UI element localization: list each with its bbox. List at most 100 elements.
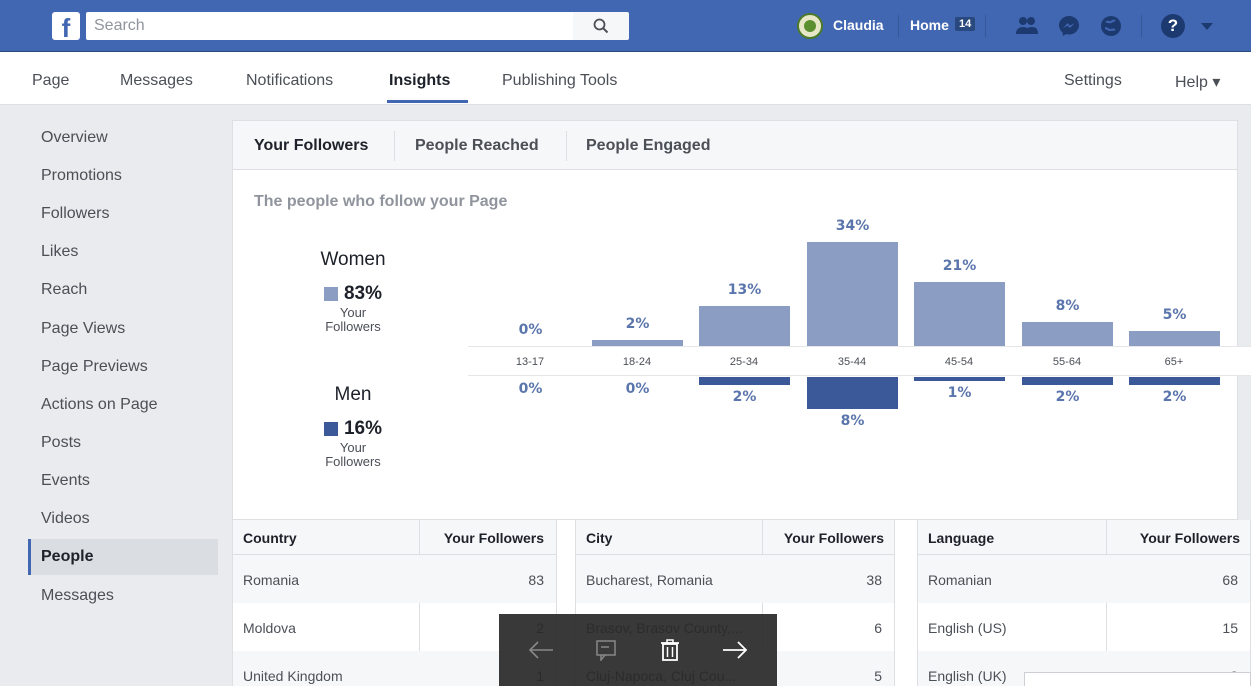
age-tick-label: 18-24 [622, 356, 652, 368]
age-tick-label: 45-54 [944, 356, 974, 368]
table-cell: Romania [243, 572, 300, 588]
age-axis: 13-17 18-24 25-34 35-44 45-54 55-64 65+ [468, 346, 1251, 376]
men-data-label: 2% [732, 389, 757, 405]
legend-sub: Your [339, 305, 367, 320]
avatar[interactable] [797, 13, 823, 39]
search-input[interactable]: Search [86, 12, 573, 40]
nav-page[interactable]: Page [32, 72, 69, 90]
comment-button[interactable] [586, 630, 626, 670]
table-cell: Moldova [243, 620, 296, 636]
sidebar-item-events[interactable]: Events [28, 463, 218, 499]
men-bar[interactable] [1022, 377, 1113, 385]
women-data-label: 0% [518, 322, 543, 338]
column-header[interactable]: City [586, 530, 612, 546]
tab-your-followers[interactable]: Your Followers [254, 137, 368, 155]
legend-value: 16% [343, 418, 383, 439]
table-cell-value: 5 [874, 668, 882, 684]
next-button[interactable] [715, 630, 755, 670]
home-link[interactable]: Home [910, 17, 949, 33]
nav-help-dropdown[interactable]: Help ▾ [1175, 72, 1220, 92]
women-bar[interactable] [1022, 322, 1113, 346]
sidebar-item-followers[interactable]: Followers [28, 196, 218, 232]
table-row: Romania 83 [233, 555, 556, 603]
previous-button[interactable] [521, 630, 561, 670]
divider [1106, 520, 1107, 555]
divider [419, 520, 420, 555]
delete-button[interactable] [650, 630, 690, 670]
legend-sub: Your [339, 440, 367, 455]
sidebar-item-messages[interactable]: Messages [28, 578, 218, 614]
friend-requests-icon[interactable] [1015, 14, 1039, 38]
tab-people-engaged[interactable]: People Engaged [586, 137, 710, 155]
women-bar[interactable] [914, 282, 1005, 346]
men-bar[interactable] [914, 377, 1005, 381]
table-cell-value: 38 [866, 572, 882, 588]
search-button[interactable] [573, 12, 629, 40]
account-menu-caret-icon[interactable] [1201, 23, 1213, 30]
table-cell-value: 83 [528, 572, 544, 588]
sidebar-item-likes[interactable]: Likes [28, 234, 218, 270]
profile-link[interactable]: Claudia [833, 17, 884, 33]
column-header[interactable]: Country [243, 530, 297, 546]
table-row: Bucharest, Romania 38 [576, 555, 894, 603]
men-data-label: 8% [840, 413, 865, 429]
panel-subtitle: The people who follow your Page [254, 193, 508, 210]
men-data-label: 0% [518, 381, 543, 397]
women-data-label: 34% [835, 218, 870, 234]
legend-value: 83% [343, 283, 383, 304]
notifications-globe-icon[interactable] [1099, 14, 1123, 38]
men-bar[interactable] [699, 377, 790, 385]
table-cell: Bucharest, Romania [586, 572, 713, 588]
sidebar-item-overview[interactable]: Overview [28, 120, 218, 156]
age-tick-label: 25-34 [729, 356, 759, 368]
legend-women: Women 83% Your Followers [303, 249, 403, 334]
sidebar-item-promotions[interactable]: Promotions [28, 158, 218, 194]
table-cell-value: 15 [1222, 620, 1238, 636]
column-header[interactable]: Language [928, 530, 994, 546]
age-tick-label: 55-64 [1052, 356, 1082, 368]
table-row: Romanian 68 [918, 555, 1250, 603]
divider [394, 131, 395, 161]
chat-popup[interactable] [1024, 672, 1251, 686]
active-tab-indicator [387, 100, 468, 103]
sidebar-item-posts[interactable]: Posts [28, 425, 218, 461]
men-bar[interactable] [807, 377, 898, 409]
sidebar-item-actions-on-page[interactable]: Actions on Page [28, 387, 218, 423]
women-bar[interactable] [1129, 331, 1220, 346]
divider [985, 15, 986, 37]
help-icon[interactable]: ? [1161, 14, 1185, 38]
divider [1141, 15, 1142, 37]
table-header: Language Your Followers [918, 520, 1250, 555]
table-cell-value: 6 [874, 620, 882, 636]
nav-settings[interactable]: Settings [1064, 72, 1122, 90]
men-bar[interactable] [1129, 377, 1220, 385]
search-icon [593, 18, 609, 34]
nav-insights[interactable]: Insights [389, 72, 450, 90]
messenger-icon[interactable] [1057, 14, 1081, 38]
women-data-label: 21% [942, 258, 977, 274]
legend-sub: Followers [325, 454, 381, 469]
legend-swatch [323, 422, 338, 436]
age-tick-label: 65+ [1164, 356, 1184, 368]
women-bar[interactable] [807, 242, 898, 346]
nav-messages[interactable]: Messages [120, 72, 193, 90]
sidebar-item-page-previews[interactable]: Page Previews [28, 349, 218, 385]
sidebar-item-videos[interactable]: Videos [28, 501, 218, 537]
divider [898, 15, 899, 37]
facebook-logo[interactable]: f [52, 12, 80, 43]
column-header[interactable]: Your Followers [784, 530, 884, 546]
nav-notifications[interactable]: Notifications [246, 72, 333, 90]
sidebar-item-people[interactable]: People [28, 539, 218, 575]
column-header[interactable]: Your Followers [444, 530, 544, 546]
column-header[interactable]: Your Followers [1140, 530, 1240, 546]
tab-people-reached[interactable]: People Reached [415, 137, 539, 155]
women-bar[interactable] [699, 306, 790, 346]
sidebar-item-reach[interactable]: Reach [28, 272, 218, 308]
women-data-label: 5% [1162, 307, 1187, 323]
table-cell: United Kingdom [243, 668, 343, 684]
legend-title: Women [320, 249, 386, 270]
trash-icon [661, 639, 680, 661]
nav-publishing-tools[interactable]: Publishing Tools [502, 72, 617, 90]
sidebar-item-page-views[interactable]: Page Views [28, 311, 218, 347]
top-navigation-bar: f Search Claudia Home 14 ? [0, 0, 1251, 52]
